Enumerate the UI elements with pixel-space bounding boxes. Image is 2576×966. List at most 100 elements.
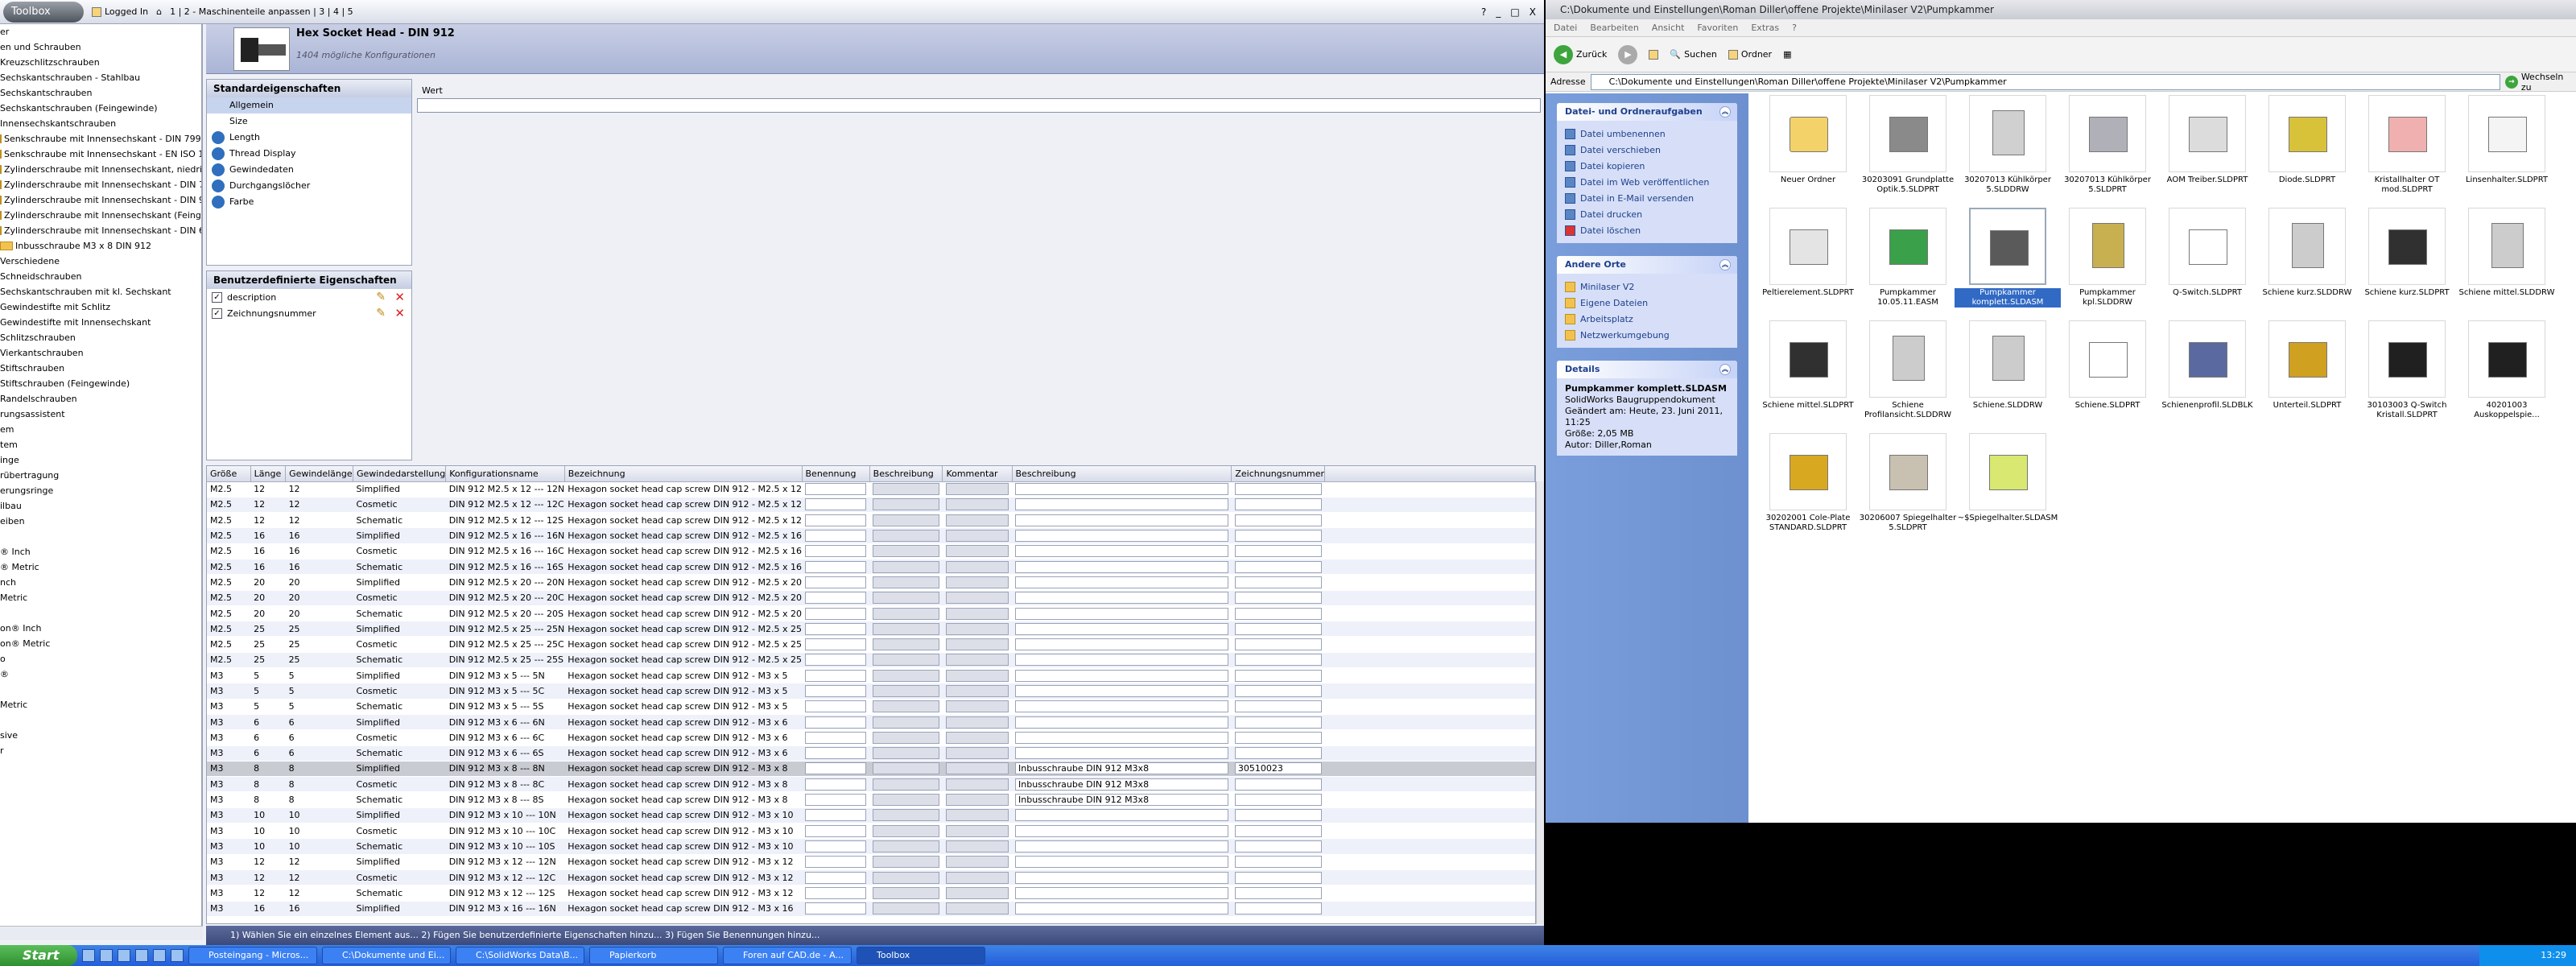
tree-item[interactable]: Zylinderschraube mit Innensechskant - DI…	[0, 177, 201, 192]
tree-item[interactable]: sive	[0, 728, 201, 743]
table-cell-editor[interactable]	[1231, 481, 1325, 497]
cell-input[interactable]	[805, 545, 867, 558]
other-places-title[interactable]: Andere Orte ︽	[1557, 256, 1737, 274]
table-cell-editor[interactable]	[1012, 745, 1232, 762]
minimize-button[interactable]: _	[1496, 6, 1501, 18]
table-cell-editor[interactable]	[802, 854, 870, 870]
place-link[interactable]: Eigene Dateien	[1565, 295, 1729, 311]
cell-input[interactable]	[1234, 856, 1322, 869]
table-cell-editor[interactable]	[802, 621, 870, 638]
tree-item[interactable]	[0, 529, 201, 544]
cell-input[interactable]	[945, 778, 1009, 791]
cell-input[interactable]	[873, 762, 939, 775]
table-cell-editor[interactable]	[942, 745, 1012, 762]
cell-input[interactable]	[1015, 592, 1228, 605]
table-row[interactable]: M2.5 16 16 Cosmetic DIN 912 M2.5 x 16 --- 16…	[207, 543, 1535, 559]
file-tasks-title[interactable]: Datei- und Ordneraufgaben ︽	[1557, 103, 1737, 121]
cell-input[interactable]	[945, 886, 1009, 899]
table-cell-editor[interactable]	[1012, 823, 1232, 840]
table-cell-editor[interactable]	[1012, 497, 1232, 514]
cell-input[interactable]	[945, 498, 1009, 511]
file-item[interactable]: Pumpkammer 10.05.11.EASM	[1855, 208, 1961, 317]
file-item[interactable]: 30202001 Cole-Plate STANDARD.SLDPRT	[1755, 433, 1861, 543]
table-cell-editor[interactable]	[869, 636, 943, 653]
cell-input[interactable]	[1015, 498, 1228, 511]
cell-input[interactable]	[1015, 856, 1228, 869]
menu-item[interactable]: Extras	[1751, 23, 1779, 33]
tree-item[interactable]: Stiftschrauben	[0, 361, 201, 376]
table-cell-editor[interactable]	[869, 683, 943, 700]
table-cell-editor[interactable]	[802, 791, 870, 808]
cell-input[interactable]	[945, 654, 1009, 667]
cell-input[interactable]	[1234, 685, 1322, 697]
value-input[interactable]	[417, 98, 1541, 113]
folders-button[interactable]: Ordner	[1728, 49, 1772, 60]
cell-input[interactable]	[1234, 902, 1322, 915]
column-header[interactable]: Gewindedarstellung	[353, 466, 447, 482]
cell-input[interactable]	[873, 902, 939, 915]
home-icon[interactable]: ⌂	[156, 6, 162, 17]
cell-input[interactable]	[1015, 514, 1228, 526]
cell-input[interactable]	[1015, 700, 1228, 713]
table-row[interactable]: M2.5 25 25 Simplified DIN 912 M2.5 x 25 --- …	[207, 621, 1535, 638]
table-cell-editor[interactable]	[802, 807, 870, 824]
maximize-button[interactable]: □	[1510, 6, 1519, 18]
column-header[interactable]: Bezeichnung	[564, 466, 803, 482]
tree-item[interactable]: rübertragung	[0, 468, 201, 483]
table-cell-editor[interactable]	[1012, 729, 1232, 746]
table-cell-editor[interactable]	[942, 683, 1012, 700]
property-item[interactable]: Size	[207, 114, 411, 130]
table-cell-editor[interactable]	[869, 714, 943, 731]
tree-item[interactable]: er	[0, 24, 201, 39]
property-item[interactable]: Gewindedaten	[207, 162, 411, 178]
table-cell-editor[interactable]	[1231, 838, 1325, 855]
table-cell-editor[interactable]	[942, 512, 1012, 529]
table-cell-editor[interactable]	[869, 869, 943, 886]
quicklaunch-icon[interactable]	[171, 949, 184, 962]
cell-input[interactable]	[873, 622, 939, 635]
cell-input[interactable]	[1234, 622, 1322, 635]
table-row[interactable]: M3 8 8 Cosmetic DIN 912 M3 x 8 --- 8C Hexagon…	[207, 776, 1535, 793]
tree-item[interactable]: Vierkantschrauben	[0, 345, 201, 361]
table-cell-editor[interactable]	[942, 901, 1012, 917]
tree-item[interactable]: Metric	[0, 590, 201, 605]
table-cell-editor[interactable]	[1012, 481, 1232, 497]
cell-input[interactable]	[805, 669, 867, 682]
cell-input[interactable]	[945, 731, 1009, 744]
cell-input[interactable]	[945, 700, 1009, 713]
table-cell-editor[interactable]	[869, 699, 943, 715]
cell-input[interactable]	[1234, 592, 1322, 605]
cell-input[interactable]	[873, 592, 939, 605]
table-row[interactable]: M2.5 12 12 Schematic DIN 912 M2.5 x 12 --- 1…	[207, 512, 1535, 529]
table-row[interactable]: M2.5 12 12 Simplified DIN 912 M2.5 x 12 --- …	[207, 481, 1535, 497]
table-cell-editor[interactable]	[802, 527, 870, 544]
table-cell-editor[interactable]	[869, 745, 943, 762]
cell-input[interactable]	[873, 809, 939, 822]
file-item[interactable]: Pumpkammer kpl.SLDDRW	[2054, 208, 2161, 317]
tree-item[interactable]: em	[0, 422, 201, 437]
table-cell-editor[interactable]	[802, 885, 870, 902]
table-cell-editor[interactable]	[1231, 497, 1325, 514]
tree-item[interactable]	[0, 712, 201, 728]
cell-input[interactable]	[1234, 654, 1322, 667]
tree-item[interactable]	[0, 605, 201, 621]
table-cell-editor[interactable]	[1231, 667, 1325, 684]
table-row[interactable]: M3 12 12 Schematic DIN 912 M3 x 12 --- 12S He…	[207, 885, 1535, 902]
tree-item[interactable]: Metric	[0, 697, 201, 712]
file-item[interactable]: Diode.SLDPRT	[2254, 95, 2360, 204]
table-cell-editor[interactable]	[1231, 590, 1325, 606]
table-cell-editor[interactable]	[1012, 901, 1232, 917]
file-task-link[interactable]: Datei verschieben	[1565, 142, 1729, 158]
table-cell-editor[interactable]	[1231, 574, 1325, 591]
cell-input[interactable]	[873, 794, 939, 807]
table-cell-editor[interactable]	[802, 481, 870, 497]
cell-input[interactable]	[873, 607, 939, 620]
table-cell-editor[interactable]	[1012, 605, 1232, 622]
file-item[interactable]: Kristallhalter OT mod.SLDPRT	[2354, 95, 2460, 204]
file-item[interactable]: 30206007 Spiegelhalter 5.SLDPRT	[1855, 433, 1961, 543]
file-task-link[interactable]: Datei im Web veröffentlichen	[1565, 174, 1729, 190]
table-cell-editor[interactable]	[802, 823, 870, 840]
table-cell-editor[interactable]	[869, 605, 943, 622]
table-cell-editor[interactable]	[802, 636, 870, 653]
cell-input[interactable]	[1015, 607, 1228, 620]
